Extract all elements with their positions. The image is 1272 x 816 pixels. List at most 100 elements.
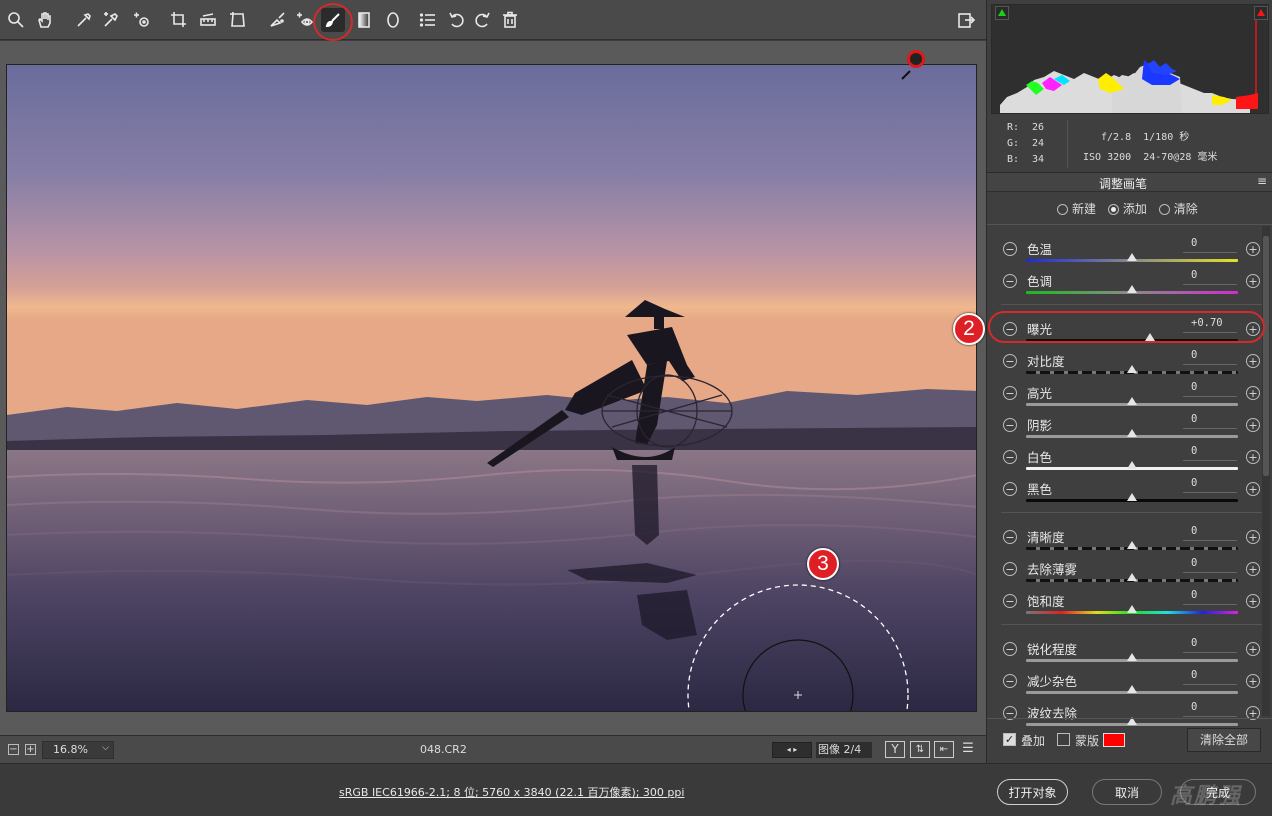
slider-thumb[interactable] <box>1127 365 1137 373</box>
transform-icon[interactable] <box>226 8 250 32</box>
highlight-clipping-toggle[interactable] <box>1254 6 1268 20</box>
spot-removal-icon[interactable] <box>265 8 289 32</box>
slider-thumb[interactable] <box>1127 493 1137 501</box>
decrease-icon[interactable]: − <box>1003 482 1017 496</box>
increase-icon[interactable]: + <box>1246 242 1260 256</box>
slider-thumb[interactable] <box>1127 685 1137 693</box>
divider <box>987 224 1272 225</box>
slider-row: − 锐化程度 0 + <box>993 636 1263 668</box>
slider-value-field[interactable]: 0 <box>1183 589 1237 605</box>
radial-filter-icon[interactable] <box>381 8 405 32</box>
decrease-icon[interactable]: − <box>1003 674 1017 688</box>
slider-thumb[interactable] <box>1127 541 1137 549</box>
increase-icon[interactable]: + <box>1246 562 1260 576</box>
rotate-ccw-icon[interactable] <box>445 8 469 32</box>
increase-icon[interactable]: + <box>1246 530 1260 544</box>
graduated-filter-icon[interactable] <box>352 8 376 32</box>
delete-icon[interactable] <box>498 8 522 32</box>
mode-erase[interactable]: 清除 <box>1158 202 1198 216</box>
slider-value-field[interactable]: 0 <box>1183 557 1237 573</box>
slider-value-field[interactable]: 0 <box>1183 669 1237 685</box>
slider-label: 去除薄雾 <box>1027 562 1078 577</box>
color-sampler-icon[interactable] <box>99 8 123 32</box>
slider-value-field[interactable]: 0 <box>1183 445 1237 461</box>
adjustment-brush-icon[interactable] <box>321 8 345 32</box>
increase-icon[interactable]: + <box>1246 674 1260 688</box>
slider-thumb[interactable] <box>1127 285 1137 293</box>
slider-row: − 色调 0 + <box>993 268 1263 300</box>
open-in-icon[interactable] <box>954 8 978 32</box>
adjustment-pin-icon[interactable] <box>907 50 925 68</box>
radio-add-icon <box>1107 204 1119 215</box>
decrease-icon[interactable]: − <box>1003 418 1017 432</box>
increase-icon[interactable]: + <box>1246 354 1260 368</box>
increase-icon[interactable]: + <box>1246 418 1260 432</box>
zoom-in-button[interactable]: + <box>25 744 36 755</box>
slider-thumb[interactable] <box>1127 397 1137 405</box>
copy-settings-icon[interactable]: ⇤ <box>934 741 954 758</box>
increase-icon[interactable]: + <box>1246 386 1260 400</box>
mode-new[interactable]: 新建 <box>1057 202 1096 216</box>
decrease-icon[interactable]: − <box>1003 530 1017 544</box>
decrease-icon[interactable]: − <box>1003 242 1017 256</box>
slider-thumb[interactable] <box>1127 605 1137 613</box>
chevron-down-icon: ⌵ <box>102 743 109 753</box>
rotate-cw-icon[interactable] <box>470 8 494 32</box>
slider-thumb[interactable] <box>1127 461 1137 469</box>
footer: sRGB IEC61966-2.1; 8 位; 5760 x 3840 (22.… <box>0 763 1272 816</box>
slider-value-field[interactable]: 0 <box>1183 349 1237 365</box>
presets-icon[interactable] <box>416 8 440 32</box>
slider-thumb[interactable] <box>1127 653 1137 661</box>
slider-value-field[interactable]: 0 <box>1183 525 1237 541</box>
clear-all-button[interactable]: 清除全部 <box>1187 728 1261 752</box>
workflow-options-link[interactable]: sRGB IEC61966-2.1; 8 位; 5760 x 3840 (22.… <box>339 784 684 800</box>
slider-value-field[interactable]: 0 <box>1183 269 1237 285</box>
slider-value-field[interactable]: 0 <box>1183 413 1237 429</box>
image-nav-arrows[interactable]: ◂ ▸ <box>772 742 812 758</box>
view-mode-button[interactable]: Y <box>885 741 905 758</box>
increase-icon[interactable]: + <box>1246 450 1260 464</box>
targeted-adjust-icon[interactable] <box>130 8 154 32</box>
decrease-icon[interactable]: − <box>1003 354 1017 368</box>
zoom-icon[interactable] <box>4 8 28 32</box>
decrease-icon[interactable]: − <box>1003 562 1017 576</box>
open-object-button[interactable]: 打开对象 <box>997 779 1068 805</box>
increase-icon[interactable]: + <box>1246 594 1260 608</box>
decrease-icon[interactable]: − <box>1003 386 1017 400</box>
overlay-checkbox[interactable]: ✓ <box>1003 733 1016 746</box>
increase-icon[interactable]: + <box>1246 274 1260 288</box>
slider-thumb[interactable] <box>1127 573 1137 581</box>
crop-icon[interactable] <box>167 8 191 32</box>
panel-scrollbar[interactable] <box>1262 226 1270 716</box>
hand-icon[interactable] <box>33 8 57 32</box>
cancel-button[interactable]: 取消 <box>1092 779 1162 805</box>
slider-value-field[interactable]: 0 <box>1183 701 1237 717</box>
zoom-level-select[interactable]: 16.8% ⌵ <box>42 741 114 759</box>
slider-value-field[interactable]: 0 <box>1183 381 1237 397</box>
slider-label: 白色 <box>1027 450 1053 465</box>
panel-menu-icon[interactable]: ≡ <box>1257 174 1267 188</box>
slider-thumb[interactable] <box>1127 429 1137 437</box>
increase-icon[interactable]: + <box>1246 482 1260 496</box>
increase-icon[interactable]: + <box>1246 642 1260 656</box>
preview-prefs-icon[interactable]: ☰ <box>958 741 978 758</box>
slider-value-field[interactable]: 0 <box>1183 237 1237 253</box>
photo-preview[interactable] <box>6 64 977 712</box>
step-badge-3: 3 <box>807 548 839 580</box>
overlay-label: 叠加 <box>1021 734 1046 748</box>
slider-thumb[interactable] <box>1127 253 1137 261</box>
decrease-icon[interactable]: − <box>1003 274 1017 288</box>
straighten-icon[interactable] <box>196 8 220 32</box>
mask-color-swatch[interactable] <box>1103 733 1125 747</box>
zoom-out-button[interactable]: − <box>8 744 19 755</box>
white-balance-icon[interactable] <box>72 8 96 32</box>
decrease-icon[interactable]: − <box>1003 642 1017 656</box>
mode-add[interactable]: 添加 <box>1107 202 1147 216</box>
decrease-icon[interactable]: − <box>1003 450 1017 464</box>
slider-value-field[interactable]: 0 <box>1183 637 1237 653</box>
mask-checkbox[interactable] <box>1057 733 1070 746</box>
swap-before-after-icon[interactable]: ⇅ <box>910 741 930 758</box>
shadow-clipping-toggle[interactable] <box>995 6 1009 20</box>
slider-value-field[interactable]: 0 <box>1183 477 1237 493</box>
decrease-icon[interactable]: − <box>1003 594 1017 608</box>
